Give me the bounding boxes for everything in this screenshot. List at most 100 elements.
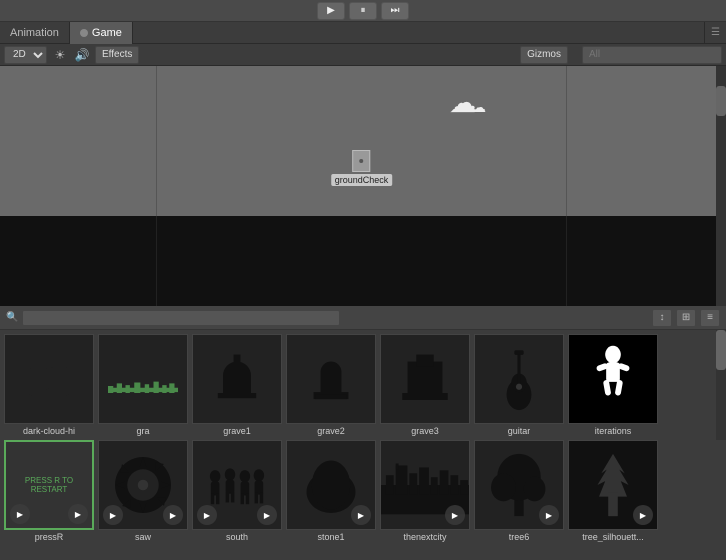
asset-label-tree-silhouette: tree_silhouett...: [582, 532, 644, 542]
asset-gra[interactable]: gra: [98, 334, 188, 436]
asset-thumb-grave2: [286, 334, 376, 424]
pause-button[interactable]: ⏸: [349, 2, 377, 20]
play-controls-toolbar: ▶ ⏸ ⏭: [0, 0, 726, 22]
effects-button[interactable]: Effects: [95, 46, 139, 64]
tab-animation[interactable]: Animation: [0, 22, 70, 44]
tab-game[interactable]: Game: [70, 22, 133, 44]
sun-icon[interactable]: ☀: [51, 46, 69, 64]
groundcheck-sprite: [352, 150, 370, 172]
cloud-icon-small: ☁: [472, 99, 486, 115]
asset-label-south: south: [226, 532, 248, 542]
tab-game-label: Game: [92, 27, 122, 39]
asset-grid-row1: dark-cloud-hi gra: [0, 330, 726, 440]
asset-thumb-south: ▶ ▶: [192, 440, 282, 530]
grave1-svg: [202, 344, 272, 414]
asset-label-grave1: grave1: [223, 426, 251, 436]
asset-scrollbar[interactable]: [716, 330, 726, 440]
south-play-right[interactable]: ▶: [257, 505, 277, 525]
gra-svg: [108, 344, 178, 414]
asset-search-input[interactable]: [22, 310, 340, 326]
asset-thumb-guitar: [474, 334, 564, 424]
tree-silhouette-play[interactable]: ▶: [633, 505, 653, 525]
search-input[interactable]: [582, 46, 722, 64]
south-play-left[interactable]: ▶: [197, 505, 217, 525]
asset-thumb-thenextcity: ▶: [380, 440, 470, 530]
asset-saw[interactable]: ▶ ▶ saw: [98, 440, 188, 542]
pressR-play-right[interactable]: ▶: [68, 504, 88, 524]
black-panel-center: [157, 216, 566, 306]
asset-tree-silhouette[interactable]: ▶ tree_silhouett...: [568, 440, 658, 542]
viewport-center-panel: ☁ ☁ groundCheck: [157, 66, 566, 216]
asset-south[interactable]: ▶ ▶ south: [192, 440, 282, 542]
play-button[interactable]: ▶: [317, 2, 345, 20]
asset-label-gra: gra: [136, 426, 149, 436]
asset-thumb-gra: [98, 334, 188, 424]
asset-label-tree6: tree6: [509, 532, 530, 542]
asset-label-stone1: stone1: [317, 532, 344, 542]
asset-label-guitar: guitar: [508, 426, 531, 436]
asset-label-iterations: iterations: [595, 426, 632, 436]
gizmos-button[interactable]: Gizmos: [520, 46, 568, 64]
asset-thumb-stone1: ▶: [286, 440, 376, 530]
asset-thenextcity[interactable]: ▶ thenextcity: [380, 440, 470, 542]
viewport-right-panel: [566, 66, 726, 216]
asset-tree6[interactable]: ▶ tree6: [474, 440, 564, 542]
asset-label-thenextcity: thenextcity: [403, 532, 446, 542]
asset-dark-cloud-hi[interactable]: dark-cloud-hi: [4, 334, 94, 436]
asset-thumb-grave1: [192, 334, 282, 424]
audio-icon[interactable]: 🔊: [73, 46, 91, 64]
viewport-scrollbar-thumb: [716, 86, 726, 116]
thenextcity-play[interactable]: ▶: [445, 505, 465, 525]
tree6-play[interactable]: ▶: [539, 505, 559, 525]
asset-label-grave2: grave2: [317, 426, 345, 436]
black-panel-left: [0, 216, 157, 306]
asset-label-pressR: pressR: [35, 532, 64, 542]
viewport-bottom-area: [0, 216, 726, 306]
asset-filter-btn[interactable]: ≡: [700, 309, 720, 327]
asset-thumb-tree6: ▶: [474, 440, 564, 530]
asset-label-grave3: grave3: [411, 426, 439, 436]
asset-iterations[interactable]: iterations: [568, 334, 658, 436]
tab-collapse-btn[interactable]: ☰: [705, 25, 726, 40]
groundcheck-label: groundCheck: [331, 174, 393, 186]
asset-thumb-pressR: PRESS R TO RESTART ▶ ▶: [4, 440, 94, 530]
tab-bar: Animation Game ☰: [0, 22, 726, 44]
groundcheck-eye: [359, 159, 363, 163]
tab-animation-label: Animation: [10, 27, 59, 39]
asset-thumb-grave3: [380, 334, 470, 424]
asset-grid-row2: PRESS R TO RESTART ▶ ▶ pressR ▶: [0, 440, 726, 546]
asset-stone1[interactable]: ▶ stone1: [286, 440, 376, 542]
asset-thumb-tree-silhouette: ▶: [568, 440, 658, 530]
saw-play-right[interactable]: ▶: [163, 505, 183, 525]
saw-play-left[interactable]: ▶: [103, 505, 123, 525]
pressR-text: PRESS R TO RESTART: [6, 472, 92, 498]
asset-search-bar: 🔍 ↕ ⊞ ≡: [0, 306, 726, 330]
asset-thumb-iterations: [568, 334, 658, 424]
black-panel-right: [566, 216, 726, 306]
viewport-scrollbar[interactable]: [716, 66, 726, 306]
search-icon: 🔍: [6, 312, 18, 323]
asset-thumb-dark-cloud-hi: [4, 334, 94, 424]
dark-cloud-hi-svg: [14, 344, 84, 414]
game-viewport: ☁ ☁ groundCheck: [0, 66, 726, 306]
stone1-play[interactable]: ▶: [351, 505, 371, 525]
asset-pressR[interactable]: PRESS R TO RESTART ▶ ▶ pressR: [4, 440, 94, 542]
grave2-svg: [296, 344, 366, 414]
asset-grave3[interactable]: grave3: [380, 334, 470, 436]
asset-label-saw: saw: [135, 532, 151, 542]
asset-scrollbar-thumb: [716, 330, 726, 370]
asset-move-btn[interactable]: ↕: [652, 309, 672, 327]
viewport-left-panel: [0, 66, 157, 216]
cloud-element: ☁ ☁: [449, 86, 486, 119]
asset-grave1[interactable]: grave1: [192, 334, 282, 436]
pressR-play-left[interactable]: ▶: [10, 504, 30, 524]
resolution-select[interactable]: 2D: [4, 46, 47, 64]
tab-empty-space: [133, 22, 705, 43]
asset-label-dark-cloud-hi: dark-cloud-hi: [23, 426, 75, 436]
asset-grave2[interactable]: grave2: [286, 334, 376, 436]
iterations-svg: [569, 334, 657, 424]
groundcheck-element: groundCheck: [331, 150, 393, 186]
step-button[interactable]: ⏭: [381, 2, 409, 20]
asset-guitar[interactable]: guitar: [474, 334, 564, 436]
asset-tag-btn[interactable]: ⊞: [676, 309, 696, 327]
